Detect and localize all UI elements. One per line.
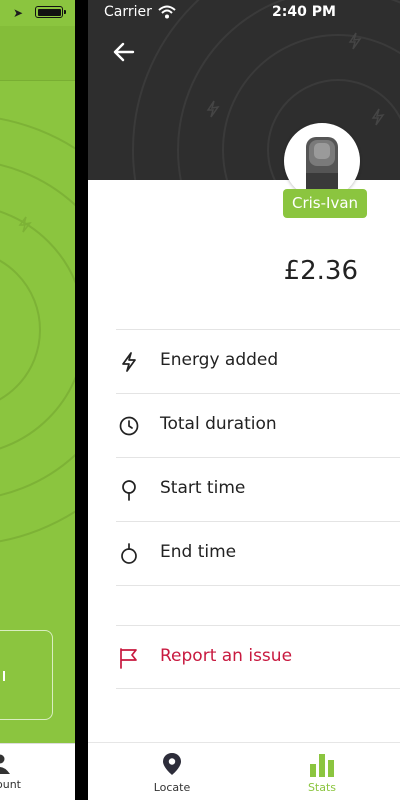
user-icon[interactable] [0,754,10,778]
end-time-label: End time [160,542,237,562]
clock-icon [118,415,140,437]
start-time-row[interactable]: Start time [116,457,400,520]
charge-session-screen: Carrier 2:40 PM Cris-Ivan £2.36 Energy a… [88,0,400,800]
left-card-mark [3,671,5,681]
avatar [284,123,360,199]
divider [116,585,400,586]
back-button[interactable] [112,40,142,66]
start-time-label: Start time [160,478,246,498]
bar-chart-icon [272,752,372,782]
divider [116,688,400,689]
total-duration-row[interactable]: Total duration [116,393,400,456]
left-card[interactable] [0,630,53,720]
left-nav-label[interactable]: ount [0,778,21,791]
lightning-icon [118,351,140,373]
flag-icon [118,647,140,669]
nav-stats-label: Stats [307,781,337,794]
total-duration-label: Total duration [160,414,277,434]
location-pin-icon [122,752,222,780]
back-arrow-icon [112,42,136,68]
nav-locate-label: Locate [153,781,191,794]
status-time: 2:40 PM [272,4,336,20]
energy-added-label: Energy added [160,350,279,370]
pin-icon [118,479,140,501]
report-issue-row[interactable]: Report an issue [116,625,400,688]
energy-added-row[interactable]: Energy added [116,329,400,392]
battery-icon [35,6,66,18]
end-time-row[interactable]: End time [116,521,400,584]
status-bar: Carrier 2:40 PM [88,0,400,26]
report-issue-label: Report an issue [160,646,293,666]
left-status-bar: ➤ [0,0,75,26]
location-arrow-icon: ➤ [13,6,24,20]
charger-plug-image [306,137,338,199]
left-background-screen: ➤ ount [0,0,75,800]
left-header-band [0,26,75,81]
user-name-badge: Cris-Ivan [283,189,368,218]
nav-stats[interactable]: Stats [272,743,372,800]
session-price: £2.36 [283,256,358,286]
nav-locate[interactable]: Locate [122,743,222,800]
bottom-nav: Locate Stats [88,742,400,800]
left-bottom-nav: ount [0,743,75,800]
stopwatch-icon [118,543,140,565]
